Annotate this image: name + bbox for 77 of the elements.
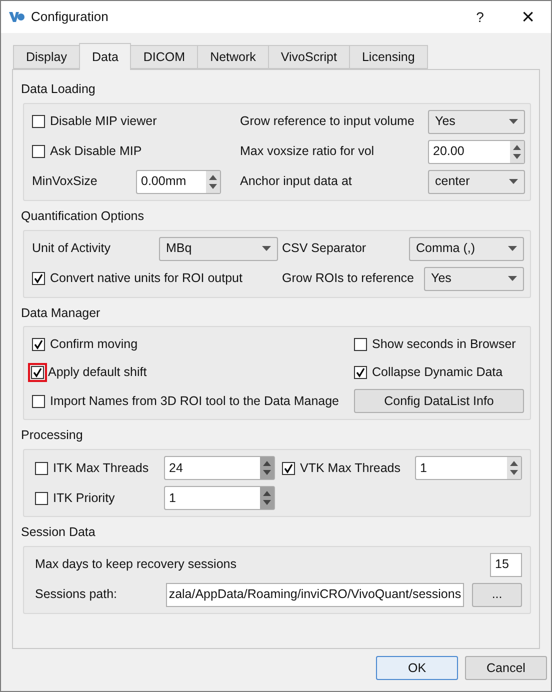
spinner-arrows-icon <box>507 457 521 479</box>
dropdown[interactable]: Yes <box>424 266 524 290</box>
tab[interactable]: Licensing <box>348 45 428 69</box>
spinner-arrows-icon <box>510 140 524 163</box>
window-title: Configuration <box>31 8 108 26</box>
checkbox-label: ITK Priority <box>53 490 115 507</box>
section-title: Quantification Options <box>21 208 145 225</box>
tab[interactable]: Data <box>79 43 132 70</box>
ok-button[interactable]: OK <box>376 656 458 680</box>
spin-box[interactable]: 1 <box>415 456 522 480</box>
check-icon <box>33 338 44 350</box>
dropdown[interactable]: Yes <box>428 110 525 134</box>
app-logo-icon <box>9 10 25 24</box>
caret-icon <box>508 246 517 251</box>
spin-box[interactable]: 24 <box>164 456 275 480</box>
checkbox-label: Collapse Dynamic Data <box>372 364 503 381</box>
section-title: Session Data <box>21 524 96 541</box>
checkbox[interactable] <box>35 492 48 504</box>
checkbox-label: Ask Disable MIP <box>50 143 142 160</box>
field-label: Grow reference to input volume <box>240 113 416 130</box>
close-button[interactable]: × <box>513 6 543 28</box>
tab[interactable]: DICOM <box>130 45 198 69</box>
checkbox-label: Disable MIP viewer <box>50 113 157 130</box>
config-button[interactable]: Config DataList Info <box>354 389 524 414</box>
field-label: CSV Separator <box>282 240 368 258</box>
field-label: Max days to keep recovery sessions <box>35 556 236 574</box>
dropdown[interactable]: Comma (,) <box>409 236 524 260</box>
checkbox[interactable] <box>354 338 367 351</box>
field-label: Grow ROIs to reference <box>282 270 414 288</box>
tab[interactable]: VivoScript <box>268 45 350 69</box>
spinner-arrows-icon <box>260 487 274 509</box>
dropdown[interactable]: center <box>428 170 525 194</box>
checkbox-label: Apply default shift <box>48 364 147 381</box>
checkbox[interactable] <box>32 272 45 285</box>
field-label: Anchor input data at <box>240 173 353 190</box>
help-button[interactable]: ? <box>465 6 495 28</box>
checkbox-label: Convert native units for ROI output <box>50 270 242 288</box>
checkbox[interactable] <box>35 462 48 474</box>
spin-box[interactable]: 20.00 <box>428 140 525 164</box>
tab[interactable]: Network <box>197 45 269 69</box>
checkbox[interactable] <box>32 145 45 158</box>
number-field[interactable]: 15 <box>490 552 522 577</box>
caret-icon <box>508 276 517 281</box>
checkbox-label: Confirm moving <box>50 336 138 353</box>
caret-icon <box>262 246 271 251</box>
checkbox-label: Import Names from 3D ROI tool to the Data Manage <box>50 392 340 410</box>
check-icon <box>283 462 294 474</box>
checkbox[interactable] <box>354 366 367 379</box>
path-field[interactable]: zala/AppData/Roaming/inviCRO/VivoQuant/sessions <box>166 582 464 607</box>
spinner-arrows-icon <box>260 457 274 479</box>
spinner-arrows-icon <box>206 170 220 193</box>
checkbox-label: Show seconds in Browser <box>372 336 516 353</box>
check-icon <box>33 273 44 284</box>
checkbox[interactable] <box>282 462 295 474</box>
checkbox[interactable] <box>32 115 45 128</box>
dropdown[interactable]: MBq <box>159 236 278 260</box>
spin-box[interactable]: 1 <box>164 486 275 510</box>
check-icon <box>32 366 43 378</box>
caret-icon <box>509 119 518 124</box>
check-icon <box>355 366 366 378</box>
caret-icon <box>509 179 518 184</box>
cancel-button[interactable]: Cancel <box>465 656 547 680</box>
browse-button[interactable]: ... <box>472 582 522 607</box>
checkbox[interactable] <box>32 338 45 351</box>
field-label: Max voxsize ratio for vol <box>240 143 376 160</box>
field-label: MinVoxSize <box>32 173 98 190</box>
checkbox-label: VTK Max Threads <box>300 460 401 477</box>
checkbox-label: ITK Max Threads <box>53 460 149 477</box>
checkbox[interactable] <box>31 366 44 379</box>
section-title: Data Manager <box>21 304 102 322</box>
tab[interactable]: Display <box>13 45 80 69</box>
field-label: Unit of Activity <box>32 240 112 258</box>
section-title: Data Loading <box>21 81 96 98</box>
checkbox[interactable] <box>32 394 45 408</box>
section-title: Processing <box>21 427 84 444</box>
field-label: Sessions path: <box>35 586 118 604</box>
spin-box[interactable]: 0.00mm <box>136 170 221 194</box>
